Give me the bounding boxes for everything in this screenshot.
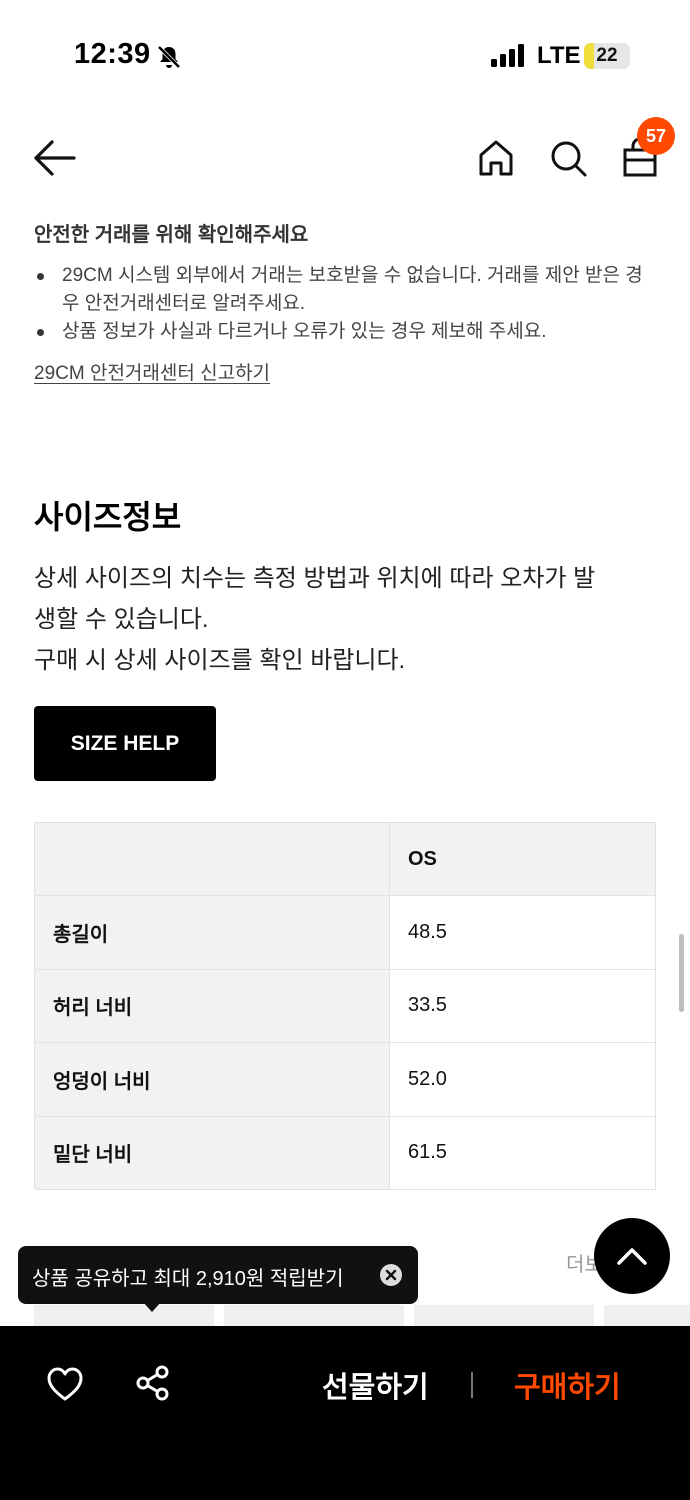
back-button[interactable]: [32, 138, 78, 178]
heart-icon: [47, 1367, 83, 1401]
status-time: 12:39: [74, 38, 151, 70]
bell-muted-icon: [156, 44, 182, 75]
tooltip-text: 상품 공유하고 최대 2,910원 적립받기: [32, 1268, 344, 1290]
table-value-cell: 52.0: [389, 1042, 656, 1117]
notice-item: 29CM 시스템 외부에서 거래는 보호받을 수 없습니다. 거래를 제안 받은…: [34, 262, 644, 318]
table-label-cell: 엉덩이 너비: [34, 1042, 390, 1117]
table-label-cell: 총길이: [34, 895, 390, 970]
home-icon: [479, 140, 513, 176]
notice-title: 안전한 거래를 위해 확인해주세요: [34, 224, 309, 246]
notice-item: 상품 정보가 사실과 다르거나 오류가 있는 경우 제보해 주세요.: [34, 318, 644, 346]
cart-count-badge: 57: [637, 117, 675, 155]
scrollbar[interactable]: [679, 934, 684, 1012]
tooltip-close-button[interactable]: [380, 1264, 402, 1286]
status-bar: 12:39 LTE 22: [0, 0, 690, 112]
size-desc-line: 상세 사이즈의 치수는 측정 방법과 위치에 따라 오차가 발: [34, 565, 596, 592]
size-help-button[interactable]: SIZE HELP: [34, 706, 216, 781]
table-row: 밑단 너비 61.5: [34, 1115, 656, 1190]
product-thumbnail[interactable]: [414, 1305, 594, 1327]
table-label-cell: 허리 너비: [34, 968, 390, 1044]
size-desc-line: 구매 시 상세 사이즈를 확인 바랍니다.: [34, 647, 406, 674]
like-button[interactable]: [46, 1366, 84, 1402]
table-value-cell: 61.5: [389, 1115, 656, 1190]
table-row: 엉덩이 너비 52.0: [34, 1042, 656, 1117]
notice-list: 29CM 시스템 외부에서 거래는 보호받을 수 없습니다. 거래를 제안 받은…: [34, 262, 644, 346]
search-icon: [551, 141, 587, 177]
table-value-cell: 48.5: [389, 895, 656, 970]
size-desc-line: 생할 수 있습니다.: [34, 606, 209, 633]
product-thumbnail[interactable]: [224, 1305, 404, 1327]
close-icon: [385, 1269, 397, 1281]
search-button[interactable]: [548, 138, 588, 178]
size-info-description: 상세 사이즈의 치수는 측정 방법과 위치에 따라 오차가 발 생할 수 있습니…: [34, 558, 654, 681]
battery-indicator: 22: [584, 43, 630, 69]
battery-level: 22: [596, 45, 618, 66]
table-row: 허리 너비 33.5: [34, 968, 656, 1044]
product-thumbnail[interactable]: [604, 1305, 690, 1327]
bar-divider: [471, 1372, 473, 1398]
home-button[interactable]: [476, 138, 516, 178]
table-label-cell: 밑단 너비: [34, 1115, 390, 1190]
network-type: LTE: [537, 42, 581, 69]
size-table: OS 총길이 48.5 허리 너비 33.5 엉덩이 너비 52.0 밑단 너비…: [34, 821, 656, 1190]
share-reward-tooltip: 상품 공유하고 최대 2,910원 적립받기: [18, 1246, 418, 1304]
share-icon: [136, 1365, 169, 1401]
scroll-to-top-button[interactable]: [594, 1218, 670, 1294]
table-value-cell: 33.5: [389, 968, 656, 1044]
signal-icon: [490, 44, 526, 73]
buy-button[interactable]: 구매하기: [514, 1364, 621, 1406]
table-header-row: OS: [34, 821, 656, 897]
safe-trade-report-link[interactable]: 29CM 안전거래센터 신고하기: [34, 358, 270, 385]
bottom-action-bar: [0, 1326, 690, 1500]
size-info-title: 사이즈정보: [34, 499, 182, 535]
share-button[interactable]: [134, 1364, 172, 1402]
product-thumbnail[interactable]: [34, 1305, 214, 1327]
gift-button[interactable]: 선물하기: [322, 1364, 429, 1406]
table-header-cell: [34, 821, 390, 897]
chevron-up-icon: [617, 1248, 647, 1265]
table-row: 총길이 48.5: [34, 895, 656, 970]
table-header-cell: OS: [389, 821, 656, 897]
tooltip-arrow: [143, 1302, 161, 1312]
back-arrow-icon: [34, 140, 76, 176]
